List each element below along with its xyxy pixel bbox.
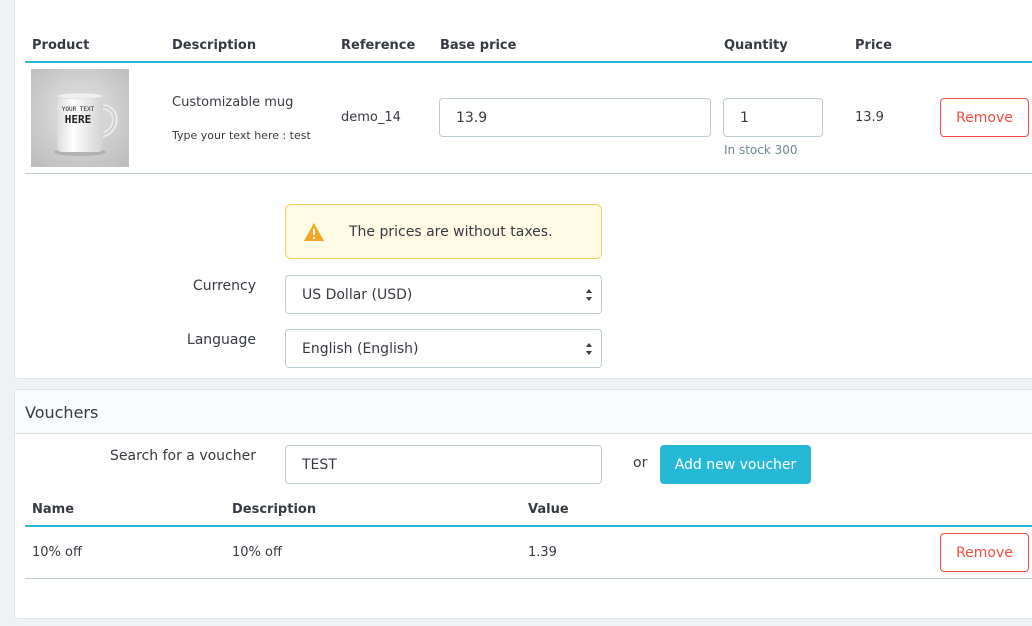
- stock-info: In stock 300: [724, 143, 798, 157]
- column-header-description: Description: [172, 38, 257, 53]
- voucher-table-header-divider: [25, 525, 1032, 527]
- mug-text-line2: HERE: [64, 113, 92, 126]
- language-label: Language: [186, 332, 256, 348]
- column-header-base-price: Base price: [440, 38, 517, 53]
- vouchers-title: Vouchers: [25, 403, 99, 422]
- add-new-voucher-button[interactable]: Add new voucher: [660, 445, 811, 484]
- voucher-value: 1.39: [528, 545, 557, 560]
- column-header-price: Price: [855, 38, 892, 53]
- language-value: English (English): [302, 340, 419, 357]
- currency-value: US Dollar (USD): [302, 286, 413, 303]
- currency-select[interactable]: US Dollar (USD): [285, 275, 602, 314]
- column-header-voucher-description: Description: [232, 502, 317, 517]
- language-select[interactable]: English (English): [285, 329, 602, 368]
- table-header-divider: [25, 61, 1032, 63]
- or-text: or: [633, 455, 648, 471]
- voucher-search-label: Search for a voucher: [110, 448, 256, 464]
- vouchers-header: [15, 390, 1032, 434]
- voucher-search-input[interactable]: TEST: [285, 445, 602, 484]
- remove-product-button[interactable]: Remove: [940, 98, 1029, 137]
- column-header-quantity: Quantity: [724, 38, 788, 53]
- product-price: 13.9: [855, 110, 884, 125]
- product-customization: Type your text here : test: [172, 129, 311, 142]
- currency-label: Currency: [192, 278, 256, 294]
- select-arrows-icon: [586, 288, 592, 301]
- product-image: YOUR TEXT HERE: [31, 69, 129, 167]
- quantity-value: 1: [740, 109, 749, 126]
- product-reference: demo_14: [341, 110, 401, 125]
- base-price-value: 13.9: [456, 109, 488, 126]
- tax-warning-alert: The prices are without taxes.: [285, 204, 602, 259]
- alert-text: The prices are without taxes.: [349, 223, 553, 240]
- column-header-reference: Reference: [341, 38, 416, 53]
- remove-voucher-button[interactable]: Remove: [940, 533, 1029, 572]
- mug-print: YOUR TEXT HERE: [51, 107, 105, 126]
- voucher-row-divider: [25, 578, 1032, 579]
- column-header-name: Name: [32, 502, 75, 517]
- base-price-input[interactable]: 13.9: [439, 98, 711, 137]
- column-header-value: Value: [528, 502, 569, 517]
- row-divider: [25, 173, 1032, 174]
- warning-icon: [304, 222, 324, 241]
- voucher-search-value: TEST: [302, 456, 337, 473]
- cart-panel: [14, 0, 1032, 379]
- voucher-name: 10% off: [32, 545, 82, 560]
- product-name: Customizable mug: [172, 95, 294, 110]
- column-header-product: Product: [32, 38, 90, 53]
- select-arrows-icon: [586, 342, 592, 355]
- voucher-description: 10% off: [232, 545, 282, 560]
- quantity-input[interactable]: 1: [723, 98, 823, 137]
